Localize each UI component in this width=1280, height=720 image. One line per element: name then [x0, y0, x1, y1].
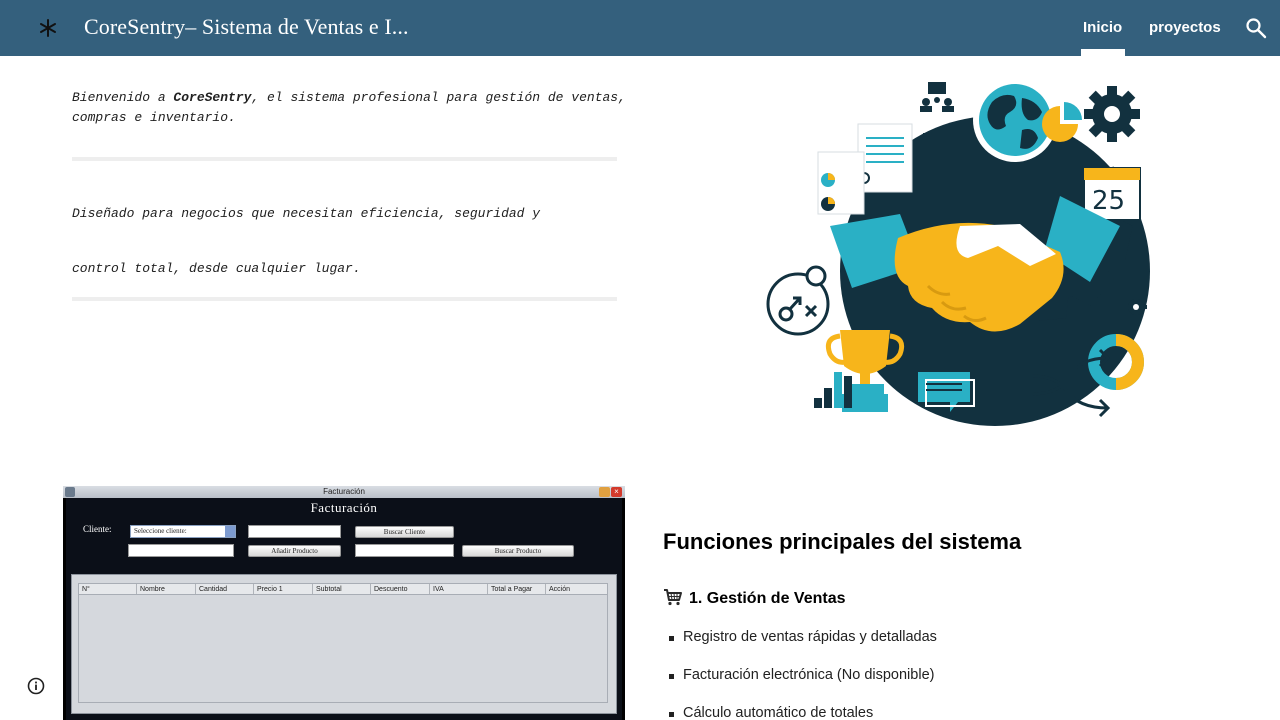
client-select: Seleccione cliente:: [130, 525, 236, 538]
list-item: Facturación electrónica (No disponible): [668, 667, 935, 683]
asterisk-logo-icon[interactable]: [36, 16, 60, 40]
bar-chart-icon: [814, 372, 852, 408]
sales-table: N° Nombre Cantidad Precio 1 Subtotal Des…: [78, 583, 608, 703]
active-nav-indicator: [1081, 49, 1125, 56]
team-icon: [920, 82, 954, 112]
business-handshake-illustration: 25: [766, 78, 1150, 426]
search-icon[interactable]: [1244, 16, 1268, 40]
welcome-text: Bienvenido a CoreSentry, el sistema prof…: [72, 90, 626, 125]
intro-line-2: Diseñado para negocios que necesitan efi…: [72, 206, 541, 221]
billing-heading: Facturación: [310, 500, 378, 515]
buscar-producto-button: Buscar Producto: [462, 545, 574, 557]
divider: [72, 157, 617, 161]
chevron-down-icon: [225, 526, 235, 537]
buscar-cliente-button: Buscar Cliente: [355, 526, 454, 538]
shopping-cart-icon: [664, 589, 682, 606]
client-input: [248, 525, 341, 538]
window-titlebar: Facturación ×: [63, 486, 625, 498]
calendar-day: 25: [1092, 186, 1125, 216]
calendar-icon: 25: [1083, 167, 1141, 221]
nav-proyectos[interactable]: proyectos: [1149, 19, 1221, 36]
product-search-input: [355, 544, 454, 557]
divider: [72, 297, 617, 301]
anadir-producto-button: Añadir Producto: [248, 545, 341, 557]
table-header: Cantidad: [196, 584, 254, 594]
table-header: Precio 1: [254, 584, 313, 594]
product-input: [128, 544, 234, 557]
table-header: N°: [79, 584, 137, 594]
strategy-icon: [766, 265, 830, 336]
site-title[interactable]: CoreSentry– Sistema de Ventas e I...: [84, 14, 409, 40]
close-icon: ×: [611, 487, 622, 497]
features-title: Funciones principales del sistema: [663, 529, 1022, 554]
window-title: Facturación: [323, 487, 365, 496]
table-panel: N° Nombre Cantidad Precio 1 Subtotal Des…: [71, 574, 617, 714]
nav-inicio[interactable]: Inicio: [1083, 19, 1122, 36]
table-header: Descuento: [371, 584, 430, 594]
table-header: Nombre: [137, 584, 196, 594]
client-label: Cliente:: [83, 524, 112, 534]
info-icon[interactable]: [27, 677, 45, 695]
top-bar: CoreSentry– Sistema de Ventas e I... Ini…: [0, 0, 1280, 56]
table-header: Acción: [549, 586, 571, 593]
intro-line-3: control total, desde cualquier lugar.: [72, 261, 361, 276]
billing-window-screenshot: Facturación × Facturación Cliente: Selec…: [63, 486, 625, 720]
list-item: Cálculo automático de totales: [668, 705, 874, 720]
feature-section-ventas: 1. Gestión de Ventas: [663, 588, 846, 608]
window-body: Facturación Cliente: Seleccione cliente:…: [66, 498, 622, 720]
table-header: Subtotal: [313, 584, 371, 594]
table-header: IVA: [430, 584, 488, 594]
gear-icon: [1084, 86, 1140, 142]
chat-icon: [918, 372, 975, 412]
brand-name: CoreSentry: [173, 90, 252, 105]
table-header-row: N° Nombre Cantidad Precio 1 Subtotal Des…: [79, 584, 607, 595]
minimize-icon: [599, 487, 610, 497]
table-header: Total a Pagar: [488, 584, 546, 594]
list-item: Registro de ventas rápidas y detalladas: [669, 629, 937, 645]
